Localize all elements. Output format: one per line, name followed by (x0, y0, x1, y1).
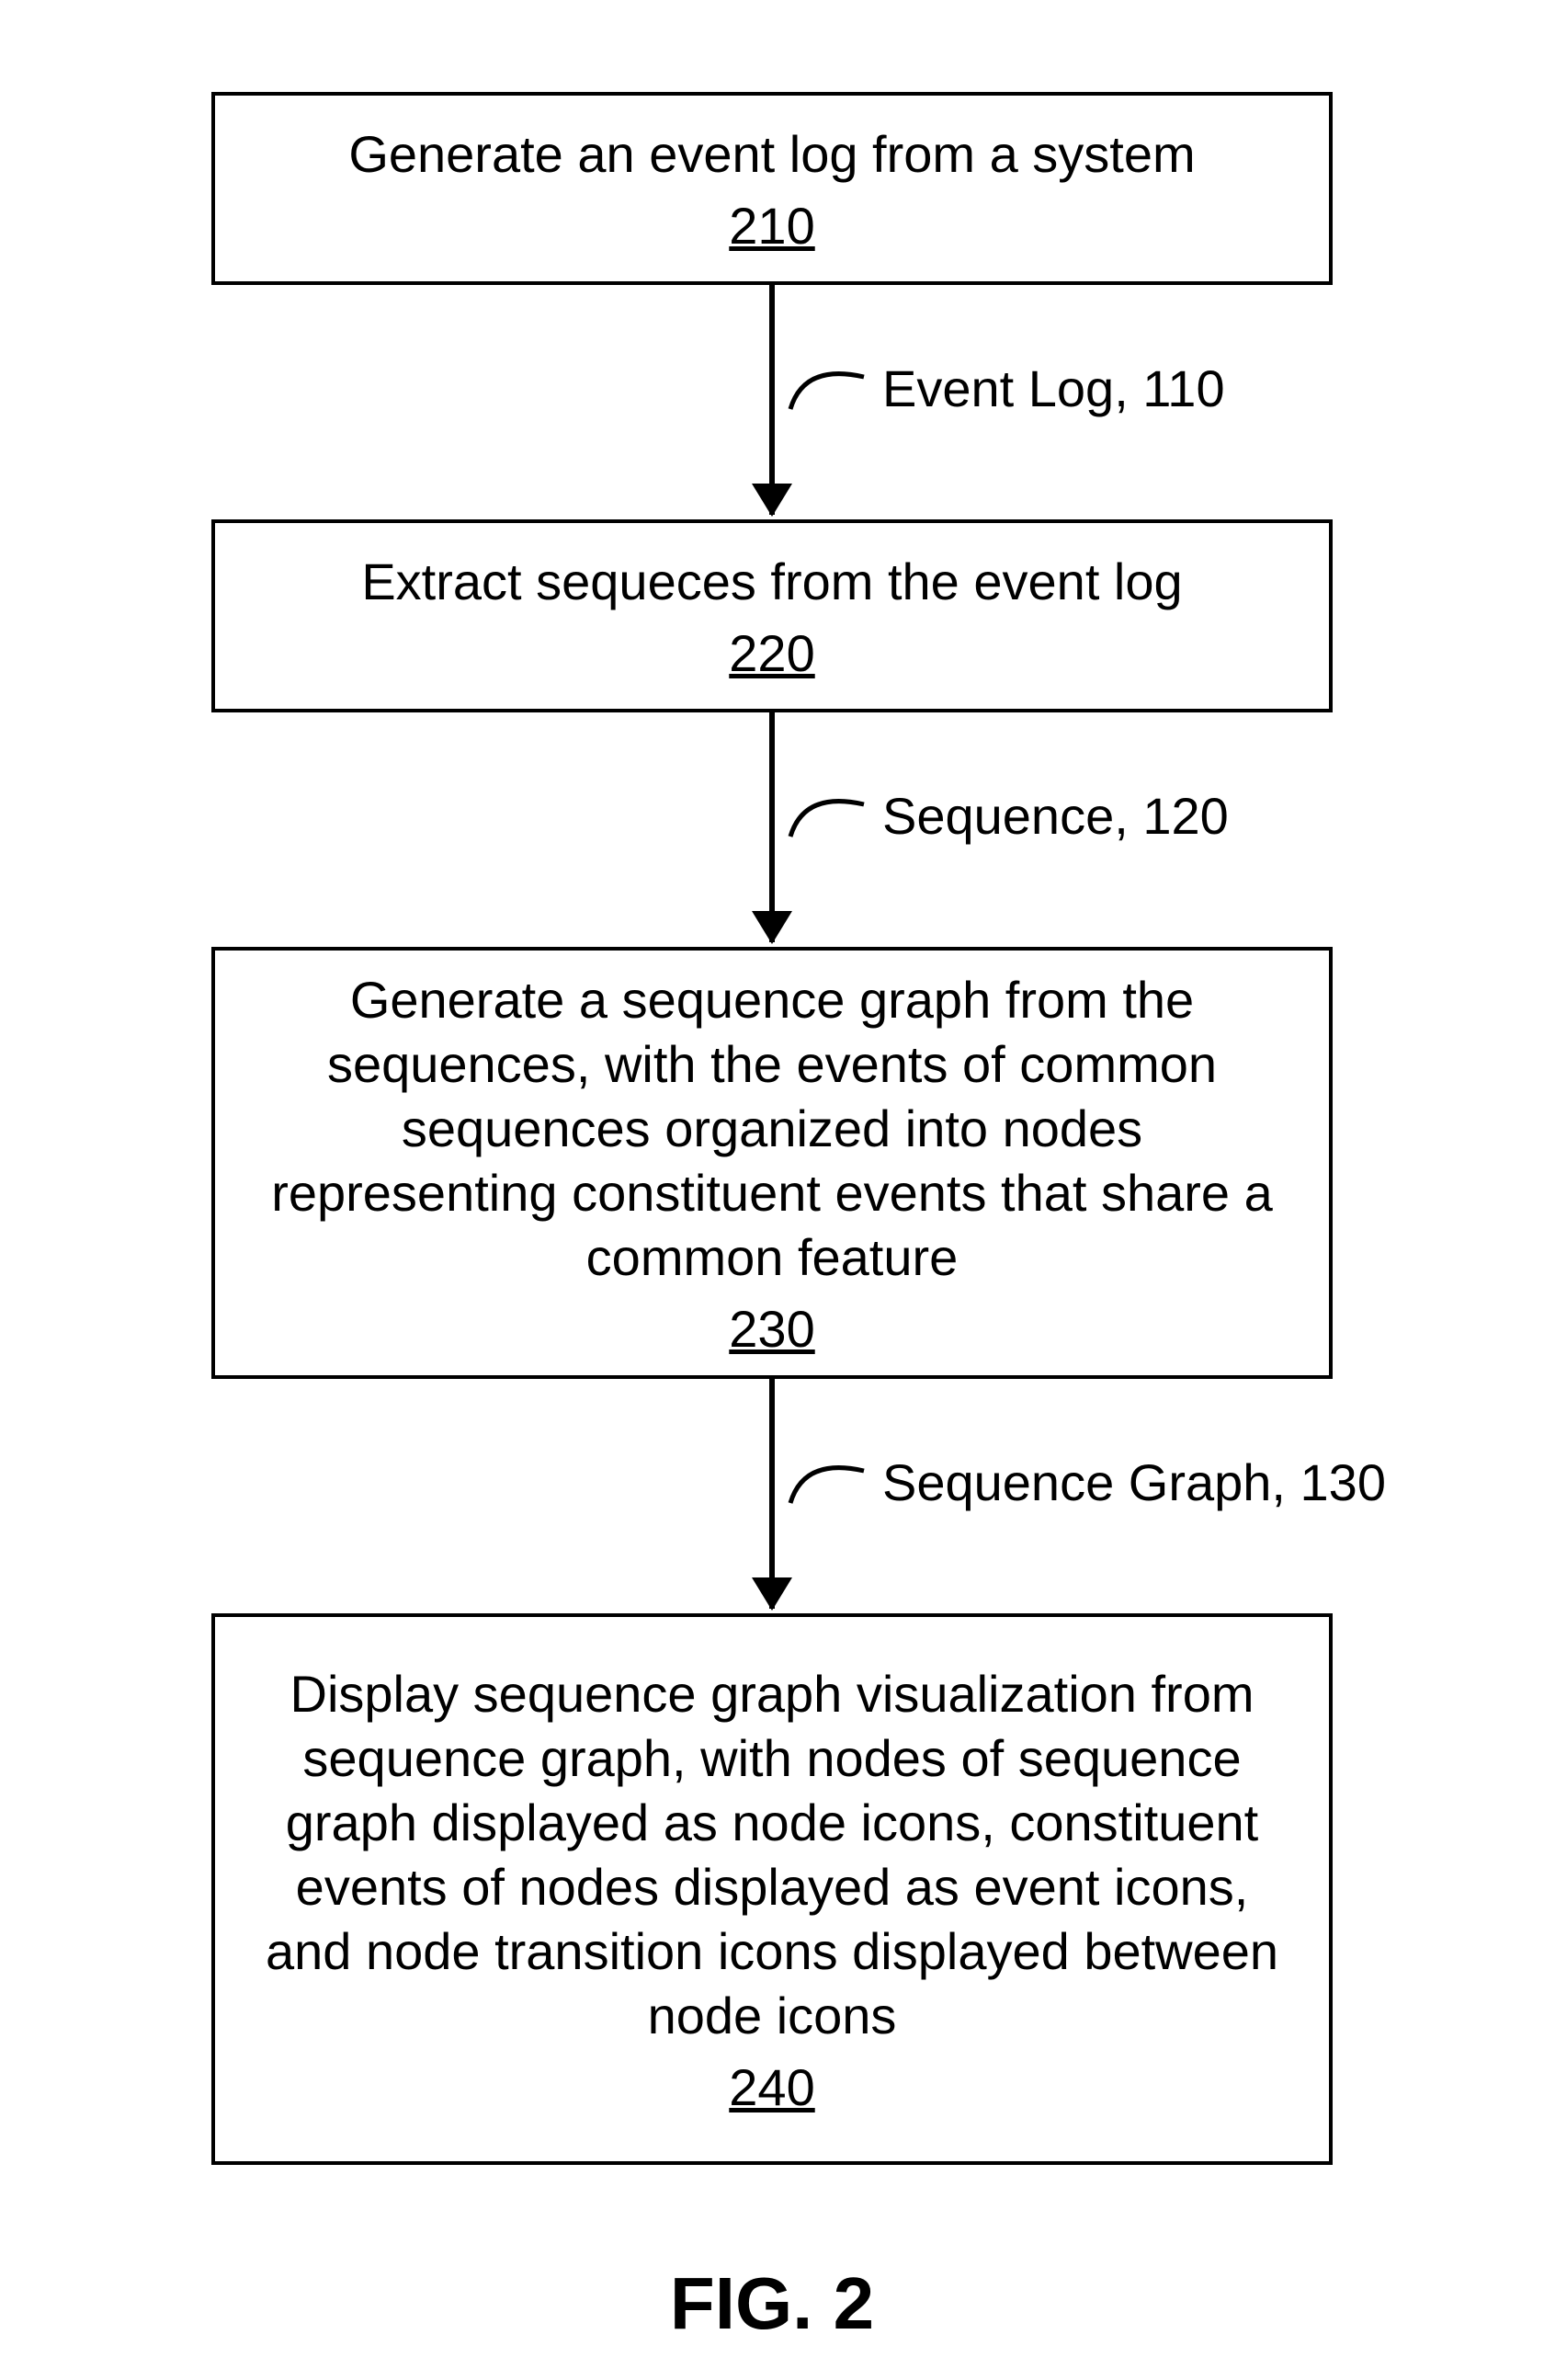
box-ref: 210 (729, 196, 814, 256)
edge-label-sequence-graph: Sequence Graph, 130 (882, 1452, 1386, 1512)
label-connector-1 (786, 354, 868, 418)
box-text: Display sequence graph visualization fro… (252, 1662, 1292, 2048)
process-box-230: Generate a sequence graph from the seque… (211, 947, 1333, 1379)
arrow-2 (769, 712, 775, 942)
arrow-3 (769, 1379, 775, 1609)
box-ref: 220 (729, 623, 814, 683)
process-box-220: Extract sequeces from the event log 220 (211, 519, 1333, 712)
box-text: Generate an event log from a system (348, 122, 1195, 187)
box-ref: 240 (729, 2057, 814, 2117)
box-ref: 230 (729, 1299, 814, 1359)
edge-label-event-log: Event Log, 110 (882, 359, 1225, 418)
box-text: Generate a sequence graph from the seque… (252, 968, 1292, 1290)
edge-label-sequence: Sequence, 120 (882, 786, 1229, 846)
arrow-1 (769, 285, 775, 515)
box-text: Extract sequeces from the event log (361, 550, 1182, 614)
figure-caption: FIG. 2 (0, 2261, 1544, 2346)
label-connector-2 (786, 781, 868, 846)
flowchart-canvas: Generate an event log from a system 210 … (0, 0, 1544, 2380)
process-box-240: Display sequence graph visualization fro… (211, 1613, 1333, 2165)
process-box-210: Generate an event log from a system 210 (211, 92, 1333, 285)
label-connector-3 (786, 1448, 868, 1512)
